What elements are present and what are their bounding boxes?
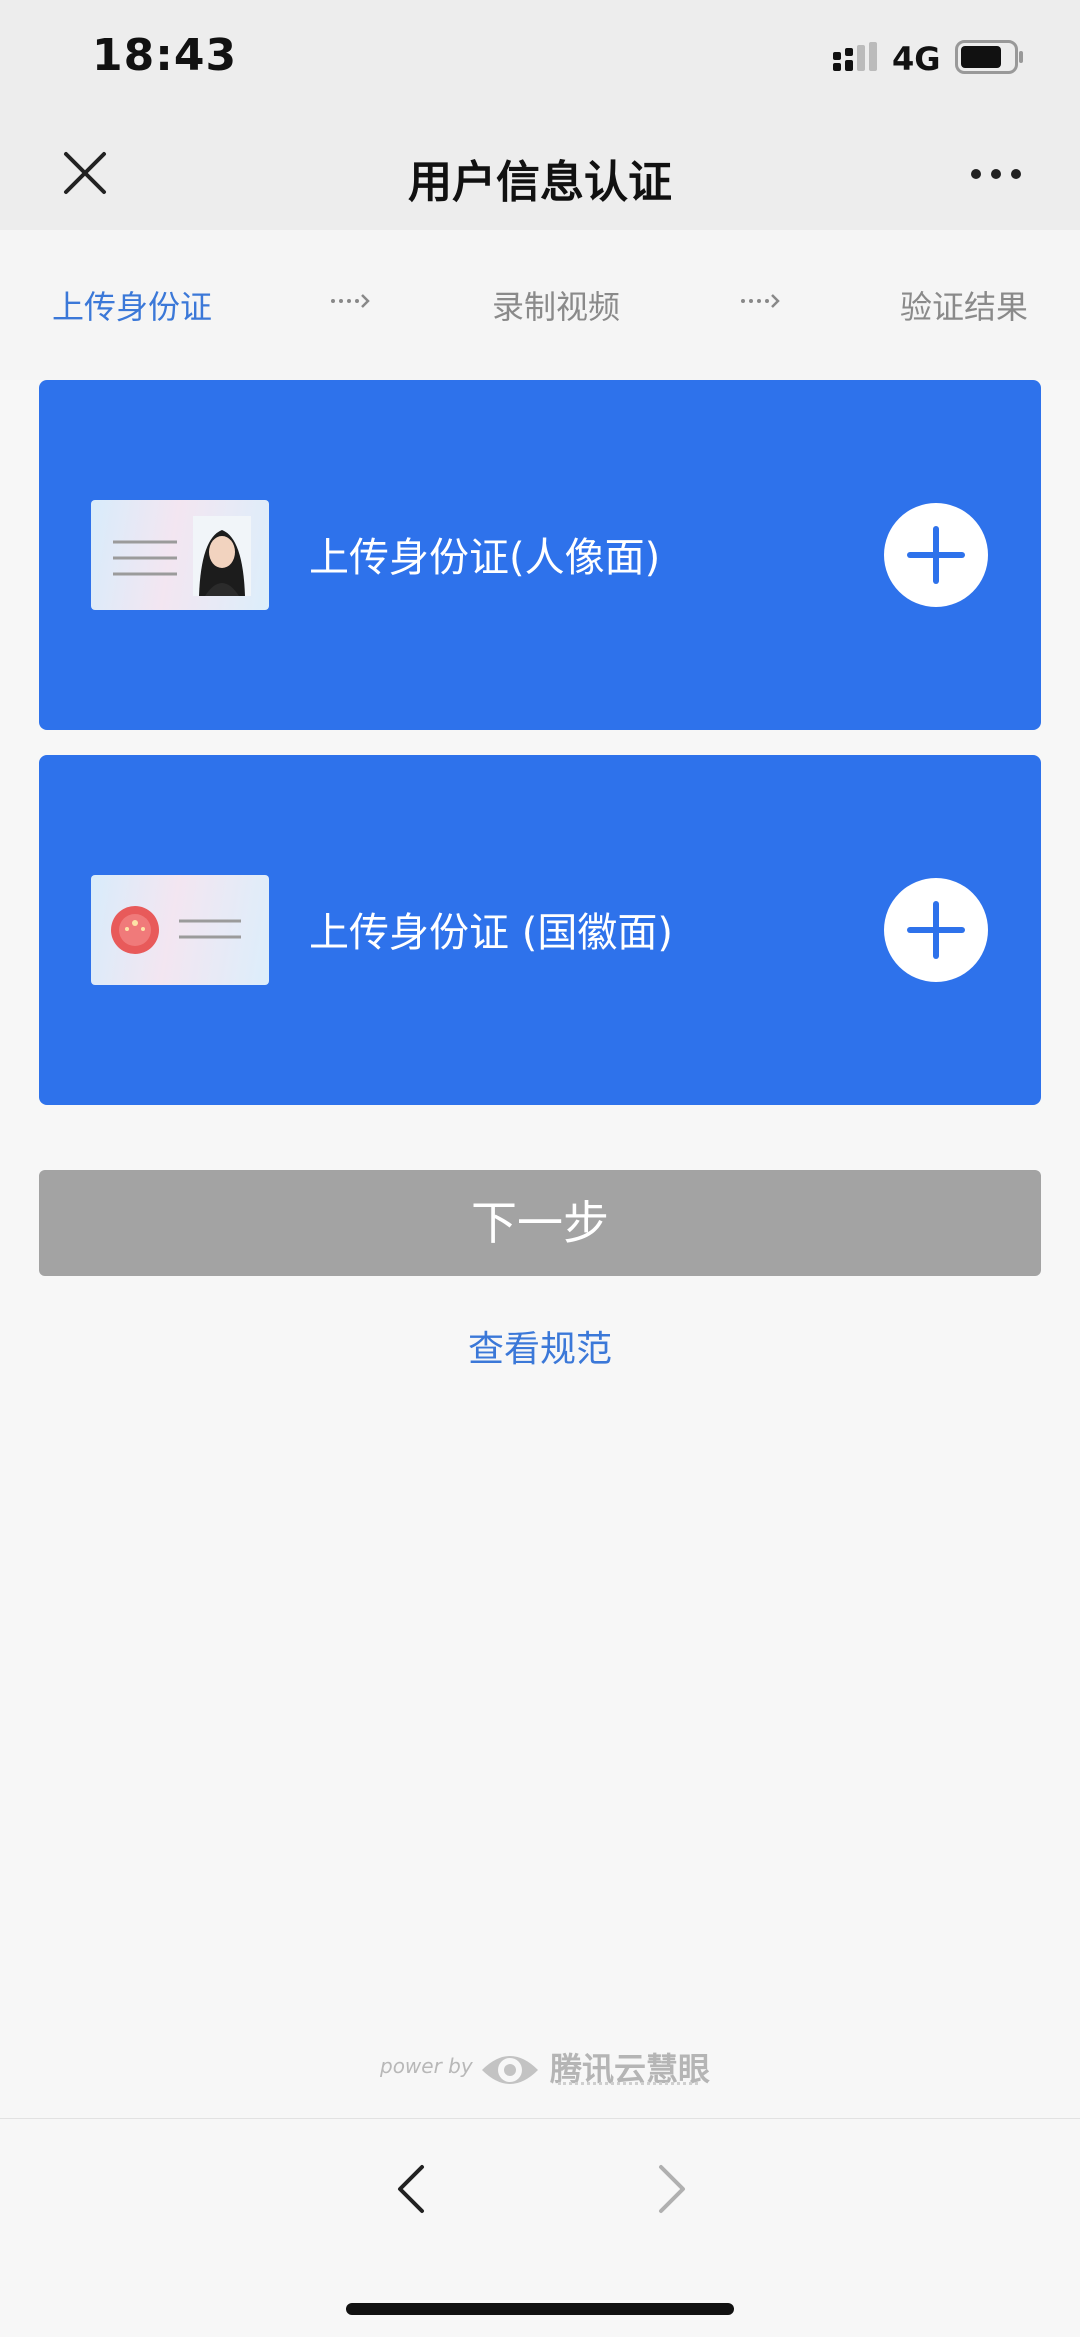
- step-record-video: 录制视频: [492, 288, 621, 326]
- powered-by-text: power by: [380, 2054, 473, 2078]
- step-indicator: 上传身份证 录制视频 验证结果: [0, 230, 1080, 380]
- step-upload-id: 上传身份证: [52, 288, 213, 326]
- add-id-back-button[interactable]: [884, 878, 988, 982]
- network-label: 4G: [892, 40, 941, 78]
- upload-id-back-label: 上传身份证 (国徽面): [309, 910, 673, 956]
- id-front-illustration: [91, 500, 269, 610]
- tencent-cloud-logo-icon: [482, 2056, 538, 2084]
- dotted-arrow-icon: [331, 294, 370, 308]
- next-step-button[interactable]: 下一步: [39, 1170, 1041, 1276]
- bottom-nav-bar: [0, 2118, 1080, 2337]
- signal-icon: [833, 42, 877, 71]
- upload-id-back-card[interactable]: 上传身份证 (国徽面): [39, 755, 1041, 1105]
- home-indicator: [346, 2303, 734, 2315]
- id-back-illustration: [91, 875, 269, 985]
- upload-id-front-label: 上传身份证(人像面): [309, 535, 661, 581]
- brand-tagline-divider: [558, 2082, 698, 2086]
- add-id-front-button[interactable]: [884, 503, 988, 607]
- plus-icon: [907, 901, 965, 959]
- battery-icon: [955, 40, 1023, 74]
- upload-id-front-card[interactable]: 上传身份证(人像面): [39, 380, 1041, 730]
- step-verify-result: 验证结果: [900, 288, 1029, 326]
- plus-icon: [907, 526, 965, 584]
- status-bar: 18:43 4G: [0, 0, 1080, 118]
- page-title: 用户信息认证: [408, 157, 672, 208]
- forward-arrow-icon[interactable]: [655, 2161, 691, 2217]
- view-spec-link[interactable]: 查看规范: [0, 1320, 1080, 1372]
- dotted-arrow-icon: [741, 294, 780, 308]
- nav-bar: 用户信息认证: [0, 118, 1080, 230]
- powered-by-footer: power by 腾讯云慧眼: [380, 2042, 710, 2098]
- back-arrow-icon[interactable]: [392, 2161, 428, 2217]
- more-icon[interactable]: [970, 163, 1022, 185]
- status-time: 18:43: [92, 30, 238, 81]
